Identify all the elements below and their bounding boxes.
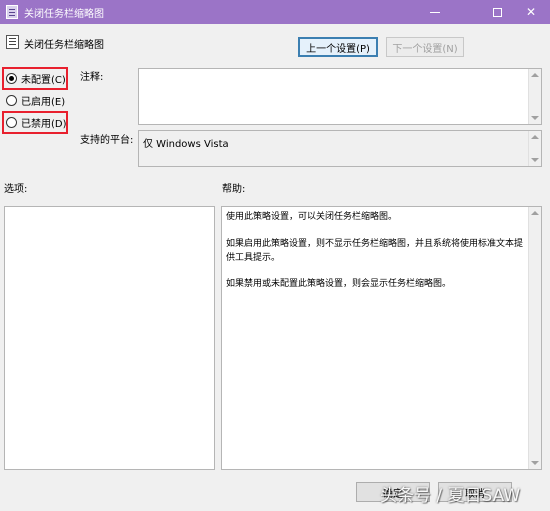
platform-value: 仅 Windows Vista xyxy=(143,139,229,150)
radio-not-configured[interactable]: 未配置(C) xyxy=(6,70,66,86)
options-panel xyxy=(4,206,215,470)
next-setting-button[interactable]: 下一个设置(N) xyxy=(386,37,464,57)
close-button[interactable]: ✕ xyxy=(508,0,550,24)
radio-enabled[interactable]: 已启用(E) xyxy=(6,92,65,108)
watermark: 头条号 / 夏日SAW xyxy=(380,486,521,506)
scroll-down-icon[interactable] xyxy=(531,461,539,465)
radio-label: 已禁用(D) xyxy=(21,118,67,130)
comment-scrollbar[interactable] xyxy=(528,69,541,124)
comment-label: 注释: xyxy=(80,72,104,83)
minimize-icon xyxy=(430,11,440,13)
scroll-down-icon[interactable] xyxy=(531,116,539,120)
close-icon: ✕ xyxy=(525,5,537,19)
help-label: 帮助: xyxy=(222,184,246,195)
radio-disabled[interactable]: 已禁用(D) xyxy=(6,114,67,130)
platform-label: 支持的平台: xyxy=(80,135,134,146)
help-paragraph: 如果禁用或未配置此策略设置，则会显示任务栏缩略图。 xyxy=(226,279,452,289)
help-paragraph: 使用此策略设置，可以关闭任务栏缩略图。 xyxy=(226,212,398,222)
scroll-up-icon[interactable] xyxy=(531,135,539,139)
window-title: 关闭任务栏缩略图 xyxy=(24,9,104,20)
radio-button[interactable] xyxy=(6,116,17,128)
radio-label: 已启用(E) xyxy=(21,96,66,108)
minimize-button[interactable] xyxy=(412,0,458,24)
previous-setting-button[interactable]: 上一个设置(P) xyxy=(298,37,378,57)
comment-field[interactable] xyxy=(138,68,542,125)
scroll-up-icon[interactable] xyxy=(531,73,539,77)
platform-scrollbar[interactable] xyxy=(528,131,541,166)
scroll-down-icon[interactable] xyxy=(531,158,539,162)
maximize-icon xyxy=(492,7,502,17)
options-label: 选项: xyxy=(4,184,28,195)
scroll-up-icon[interactable] xyxy=(531,211,539,215)
platform-field: 仅 Windows Vista xyxy=(138,130,542,167)
help-panel: 使用此策略设置，可以关闭任务栏缩略图。 如果启用此策略设置，则不显示任务栏缩略图… xyxy=(221,206,542,470)
title-bar: 关闭任务栏缩略图 ✕ xyxy=(0,0,550,24)
radio-label: 未配置(C) xyxy=(21,74,66,86)
help-paragraph: 如果启用此策略设置，则不显示任务栏缩略图，并且系统将使用标准文本提供工具提示。 xyxy=(226,239,524,263)
policy-icon xyxy=(6,35,19,49)
radio-button[interactable] xyxy=(6,72,17,84)
policy-title: 关闭任务栏缩略图 xyxy=(24,40,104,51)
radio-button[interactable] xyxy=(6,94,17,106)
help-scrollbar[interactable] xyxy=(528,207,541,469)
policy-icon xyxy=(6,5,18,19)
